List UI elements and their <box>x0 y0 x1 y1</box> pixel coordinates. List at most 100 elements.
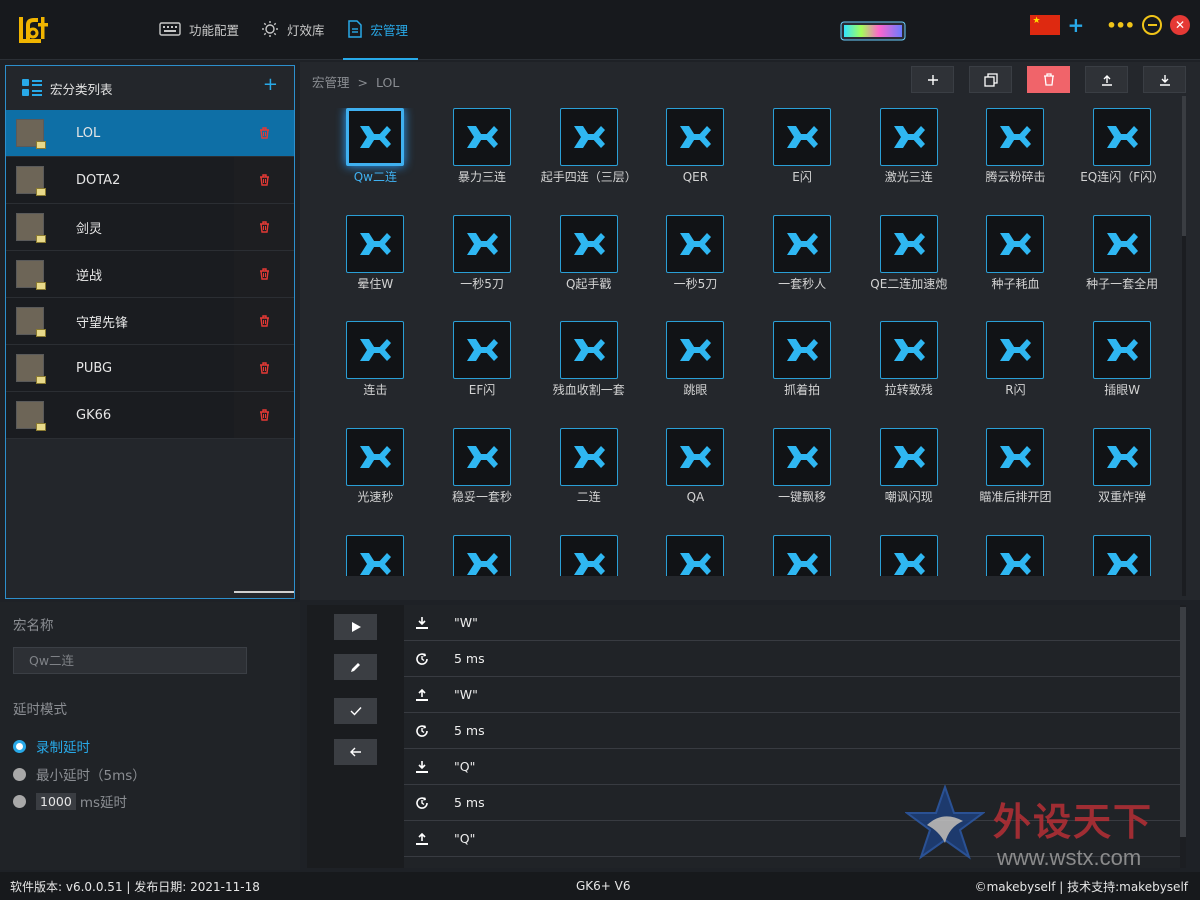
category-thumbnail <box>16 213 46 243</box>
tab-macro-manager[interactable]: 宏管理 <box>342 0 419 60</box>
macro-item[interactable] <box>535 534 642 576</box>
macro-item[interactable]: 激光三连 <box>855 108 962 215</box>
delete-category-button[interactable] <box>234 157 294 203</box>
delete-category-button[interactable] <box>234 110 294 156</box>
macro-item[interactable]: Q起手戳 <box>535 214 642 322</box>
macro-item[interactable]: R闪 <box>962 321 1069 428</box>
macro-item[interactable]: 二连 <box>535 428 642 535</box>
macro-item[interactable]: 一秒5刀 <box>429 214 536 322</box>
tab-function-config[interactable]: 功能配置 <box>155 0 249 60</box>
delete-category-button[interactable] <box>234 392 294 438</box>
import-button[interactable] <box>1143 66 1186 93</box>
category-item[interactable]: 逆战 <box>6 251 294 298</box>
macro-item[interactable]: 一秒5刀 <box>642 214 749 322</box>
delete-macro-button[interactable] <box>1027 66 1070 93</box>
macro-item[interactable]: 一套秒人 <box>749 214 856 322</box>
breadcrumb-root[interactable]: 宏管理 <box>312 75 350 90</box>
macro-step-row[interactable]: 5 ms <box>404 713 1180 749</box>
macro-item[interactable]: 残血收割一套 <box>535 321 642 428</box>
macro-step-row[interactable]: "Q" <box>404 749 1180 785</box>
macro-item[interactable]: EQ连闪（F闪） <box>1069 108 1176 215</box>
step-text: 5 ms <box>454 723 485 738</box>
macro-item[interactable]: 插眼W <box>1069 321 1176 428</box>
more-icon[interactable]: ••• <box>1106 16 1135 35</box>
delete-category-button[interactable] <box>234 298 294 344</box>
macro-item[interactable]: E闪 <box>749 108 856 215</box>
macro-item[interactable] <box>855 534 962 576</box>
delete-category-button[interactable] <box>234 251 294 297</box>
export-button[interactable] <box>1085 66 1128 93</box>
macro-item[interactable]: 瞄准后排开团 <box>962 428 1069 535</box>
back-button[interactable] <box>334 739 377 765</box>
delete-category-button[interactable] <box>234 345 294 391</box>
step-type-icon <box>404 760 440 774</box>
play-macro-button[interactable] <box>334 614 377 640</box>
macro-grid-scroll-thumb[interactable] <box>1182 96 1186 236</box>
macro-item[interactable] <box>642 534 749 576</box>
category-item[interactable]: 剑灵 <box>6 204 294 251</box>
macro-item[interactable]: QE二连加速炮 <box>855 214 962 322</box>
macro-item[interactable]: 连击 <box>322 321 429 428</box>
category-item[interactable]: PUBG <box>6 345 294 392</box>
category-item[interactable]: GK66 <box>6 392 294 439</box>
macro-item[interactable]: QER <box>642 108 749 215</box>
category-item[interactable]: DOTA2 <box>6 157 294 204</box>
edit-macro-button[interactable] <box>334 654 377 680</box>
add-category-icon[interactable]: + <box>263 74 278 95</box>
macro-item[interactable]: EF闪 <box>429 321 536 428</box>
copy-macro-button[interactable] <box>969 66 1012 93</box>
macro-icon-box <box>346 108 405 166</box>
macro-item[interactable]: 起手四连（三层） <box>535 108 642 215</box>
add-device-icon[interactable]: + <box>1068 13 1085 37</box>
macro-item[interactable] <box>429 534 536 576</box>
category-list-scrollbar[interactable] <box>234 591 294 593</box>
macro-item[interactable]: 光速秒 <box>322 428 429 535</box>
macro-item[interactable]: 跳眼 <box>642 321 749 428</box>
macro-step-row[interactable]: "W" <box>404 677 1180 713</box>
macro-item[interactable]: 一键飘移 <box>749 428 856 535</box>
record-delay-radio[interactable]: 录制延时 <box>13 736 90 756</box>
trash-icon <box>259 315 269 327</box>
macro-icon-box <box>453 321 512 380</box>
keyboard-preview-image[interactable] <box>840 20 906 42</box>
category-label: 逆战 <box>76 268 103 284</box>
macro-item[interactable]: Qw二连 <box>322 108 429 215</box>
macro-item[interactable] <box>749 534 856 576</box>
macro-item[interactable]: 拉转致残 <box>855 321 962 428</box>
macro-item[interactable]: 嘲讽闪现 <box>855 428 962 535</box>
macro-grid-scrollbar[interactable] <box>1182 96 1186 596</box>
category-label: PUBG <box>76 360 113 376</box>
macro-item[interactable]: QA <box>642 428 749 535</box>
macro-item[interactable]: 抓着拍 <box>749 321 856 428</box>
macro-item[interactable] <box>1069 534 1176 576</box>
macro-label: 晕住W <box>357 276 394 291</box>
watermark-title: 外设天下 <box>993 800 1154 844</box>
category-item[interactable]: 守望先锋 <box>6 298 294 345</box>
add-macro-button[interactable] <box>911 66 954 93</box>
macro-item[interactable]: 双重炸弹 <box>1069 428 1176 535</box>
macro-item[interactable] <box>322 534 429 576</box>
language-flag[interactable]: ★ <box>1029 15 1060 35</box>
keyboard-icon <box>159 22 181 36</box>
macro-item[interactable] <box>962 534 1069 576</box>
category-item[interactable]: LOL <box>6 110 294 157</box>
min-delay-radio[interactable]: 最小延时（5ms） <box>13 764 146 784</box>
close-icon[interactable]: ✕ <box>1170 15 1190 35</box>
macro-step-row[interactable]: "W" <box>404 605 1180 641</box>
macro-name-input[interactable]: Qw二连 <box>13 647 247 674</box>
tab-light-effects[interactable]: 灯效库 <box>257 0 335 60</box>
macro-item[interactable]: 暴力三连 <box>429 108 536 215</box>
macro-item[interactable]: 稳妥一套秒 <box>429 428 536 535</box>
macro-item[interactable]: 腾云粉碎击 <box>962 108 1069 215</box>
macro-item[interactable]: 晕住W <box>322 214 429 322</box>
delete-category-button[interactable] <box>234 204 294 250</box>
macro-label: 跳眼 <box>683 383 708 398</box>
macro-item[interactable]: 种子耗血 <box>962 214 1069 322</box>
macro-step-row[interactable]: 5 ms <box>404 641 1180 677</box>
delay-mode-label: 延时模式 <box>13 702 67 718</box>
custom-delay-input[interactable]: 1000 <box>36 792 76 810</box>
confirm-macro-button[interactable] <box>334 698 377 724</box>
custom-delay-radio[interactable]: 1000 ms延时 <box>13 791 127 811</box>
macro-item[interactable]: 种子一套全用 <box>1069 214 1176 322</box>
minimize-icon[interactable] <box>1142 15 1162 35</box>
